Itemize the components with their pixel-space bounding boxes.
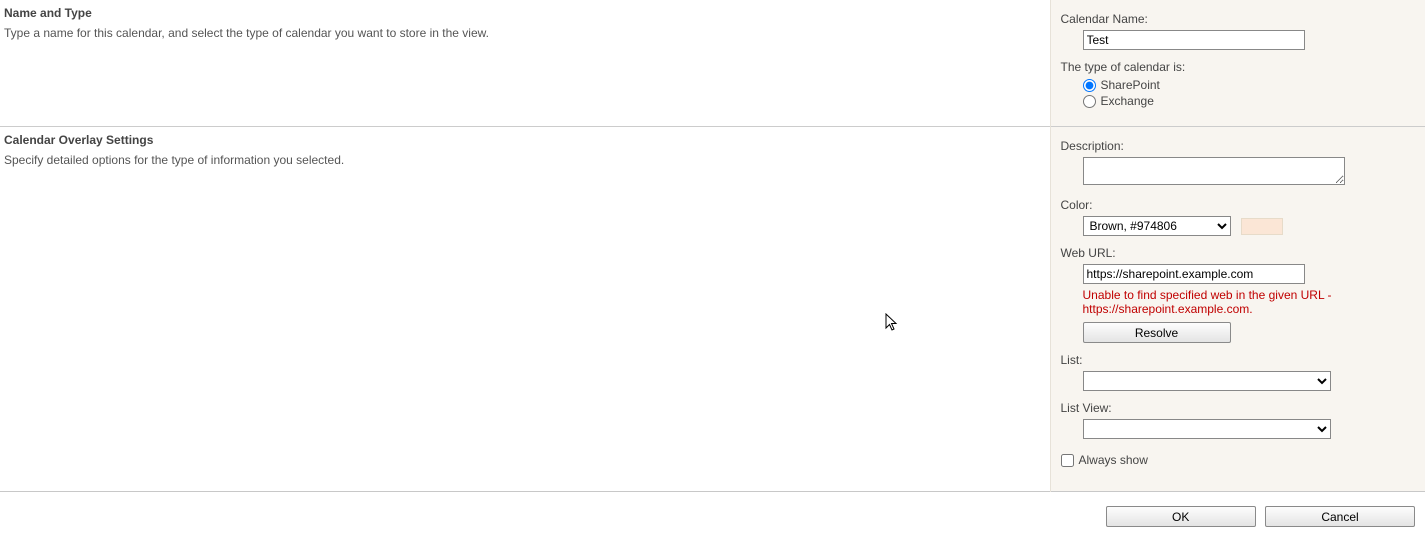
calendar-name-label: Calendar Name:	[1061, 12, 1416, 26]
weburl-input[interactable]	[1083, 264, 1305, 284]
resolve-button[interactable]: Resolve	[1083, 322, 1231, 343]
section-desc-name-type: Type a name for this calendar, and selec…	[4, 26, 1046, 40]
section-heading-overlay: Calendar Overlay Settings	[4, 133, 1046, 147]
color-label: Color:	[1061, 198, 1416, 212]
description-textarea[interactable]	[1083, 157, 1345, 185]
calendar-name-input[interactable]	[1083, 30, 1305, 50]
radio-sharepoint-label: SharePoint	[1101, 78, 1160, 92]
always-show-checkbox[interactable]	[1061, 454, 1074, 467]
section-heading-name-type: Name and Type	[4, 6, 1046, 20]
weburl-label: Web URL:	[1061, 246, 1416, 260]
description-label: Description:	[1061, 139, 1416, 153]
radio-exchange-label: Exchange	[1101, 94, 1154, 108]
ok-button[interactable]: OK	[1106, 506, 1256, 527]
section-name-and-type: Name and Type Type a name for this calen…	[0, 0, 1425, 127]
weburl-error: Unable to find specified web in the give…	[1083, 288, 1383, 316]
footer: OK Cancel	[0, 492, 1425, 540]
listview-select[interactable]	[1083, 419, 1331, 439]
section-overlay-settings: Calendar Overlay Settings Specify detail…	[0, 127, 1425, 492]
color-swatch	[1241, 218, 1283, 235]
listview-label: List View:	[1061, 401, 1416, 415]
cancel-button[interactable]: Cancel	[1265, 506, 1415, 527]
radio-exchange[interactable]	[1083, 95, 1096, 108]
list-label: List:	[1061, 353, 1416, 367]
section-desc-overlay: Specify detailed options for the type of…	[4, 153, 1046, 167]
radio-sharepoint[interactable]	[1083, 79, 1096, 92]
always-show-label: Always show	[1079, 453, 1148, 467]
color-select[interactable]: Brown, #974806	[1083, 216, 1231, 236]
settings-table: Name and Type Type a name for this calen…	[0, 0, 1425, 539]
calendar-type-label: The type of calendar is:	[1061, 60, 1416, 74]
list-select[interactable]	[1083, 371, 1331, 391]
